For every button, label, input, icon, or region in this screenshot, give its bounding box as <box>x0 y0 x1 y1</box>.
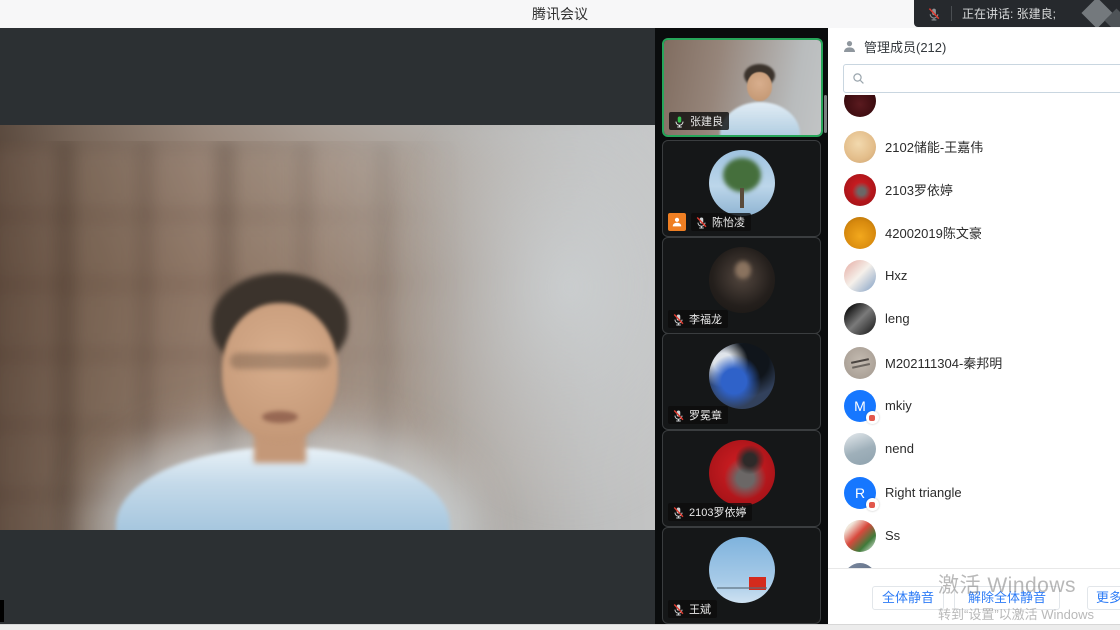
panel-title: 管理成员(212) <box>864 37 946 56</box>
avatar-status-badge <box>866 498 879 511</box>
search-icon <box>852 72 865 85</box>
host-role-badge <box>668 213 686 231</box>
member-avatar <box>844 260 876 292</box>
more-button[interactable]: 更多 <box>1087 586 1120 610</box>
participant-name-badge: 张建良 <box>669 112 729 130</box>
member-row[interactable]: 42002019陈文豪 <box>828 211 1120 254</box>
participant-name: 王斌 <box>689 601 711 617</box>
member-row-partial[interactable] <box>828 95 1120 122</box>
person-icon <box>671 216 683 228</box>
member-avatar <box>844 520 876 552</box>
participant-name-badge: 陈怡凌 <box>691 213 751 231</box>
red-cartoon-avatar <box>709 440 775 506</box>
search-box[interactable] <box>843 64 1120 93</box>
footer-divider <box>828 568 1120 569</box>
member-row[interactable]: M mkiy <box>828 384 1120 427</box>
portrait-avatar <box>709 247 775 313</box>
speaking-indicator-bar[interactable]: 正在讲话: 张建良; <box>914 0 1120 27</box>
member-name: Ss <box>885 528 900 543</box>
mic-muted-icon <box>695 216 708 229</box>
unmute-all-button[interactable]: 解除全体静音 <box>954 586 1060 610</box>
member-avatar: R <box>844 477 876 509</box>
mic-muted-icon <box>672 409 685 422</box>
member-row[interactable]: R Right triangle <box>828 471 1120 514</box>
mic-muted-icon <box>672 603 685 616</box>
participant-name: 陈怡凌 <box>712 214 745 230</box>
member-row[interactable]: 2102储能-王嘉伟 <box>828 125 1120 168</box>
person-icon <box>842 39 857 54</box>
mini-face <box>747 72 772 101</box>
member-avatar <box>844 433 876 465</box>
participant-name: 2103罗依婷 <box>689 504 746 520</box>
speaking-label: 正在讲话: 张建良; <box>962 5 1056 22</box>
thumbnail-chenyiling[interactable]: 陈怡凌 <box>662 140 821 237</box>
member-name: 2103罗依婷 <box>885 180 953 199</box>
member-name: Hxz <box>885 268 907 283</box>
mute-all-button[interactable]: 全体静音 <box>872 586 944 610</box>
member-list[interactable]: 2102储能-王嘉伟 2103罗依婷 42002019陈文豪 Hxz leng … <box>828 95 1120 568</box>
thumbnail-luomianzhang[interactable]: 罗冕章 <box>662 333 821 430</box>
panel-header: 管理成员(212) <box>842 37 946 56</box>
divider <box>951 6 952 21</box>
member-name: mkiy <box>885 398 912 413</box>
search-input[interactable] <box>871 71 1120 87</box>
mic-on-icon <box>673 115 686 128</box>
member-name: M202111304-秦邦明 <box>885 353 1002 372</box>
thumbnail-wangbin[interactable]: 王斌 <box>662 527 821 624</box>
mic-muted-icon <box>927 7 941 21</box>
member-row[interactable]: M202111304-秦邦明 <box>828 341 1120 384</box>
speaker-mouth <box>262 411 298 423</box>
mic-muted-icon <box>672 506 685 519</box>
avatar-letter: M <box>854 398 866 414</box>
member-row[interactable]: Ss <box>828 514 1120 557</box>
member-avatar <box>844 347 876 379</box>
active-speaker-video[interactable] <box>0 125 655 530</box>
mic-muted-icon <box>672 313 685 326</box>
tree-avatar <box>709 150 775 216</box>
member-name: Right triangle <box>885 485 962 500</box>
member-avatar <box>844 303 876 335</box>
member-avatar <box>844 131 876 163</box>
member-row[interactable]: 2103罗依婷 <box>828 168 1120 211</box>
member-row[interactable]: Hxz <box>828 254 1120 297</box>
member-row-partial[interactable] <box>828 557 1120 568</box>
member-name: leng <box>885 311 910 326</box>
member-name: 42002019陈文豪 <box>885 223 982 242</box>
member-name: 2102储能-王嘉伟 <box>885 137 983 156</box>
thumbnail-luoyiting[interactable]: 2103罗依婷 <box>662 430 821 527</box>
sky-flag-avatar <box>709 537 775 603</box>
member-avatar <box>844 217 876 249</box>
blue-jacket-avatar <box>709 343 775 409</box>
main-video-stage <box>0 28 655 630</box>
participant-name-badge: 王斌 <box>668 600 717 618</box>
light-haze <box>381 125 655 530</box>
member-name: nend <box>885 441 914 456</box>
window-bottom-edge <box>0 624 1120 630</box>
member-management-panel: 管理成员(212) 2102储能-王嘉伟 2103罗依婷 42002019陈文豪 <box>828 28 1120 630</box>
member-avatar: M <box>844 390 876 422</box>
participant-name: 罗冕章 <box>689 407 722 423</box>
participant-name-badge: 罗冕章 <box>668 406 728 424</box>
member-avatar <box>844 174 876 206</box>
meeting-window: 腾讯会议 正在讲话: 张建良; <box>0 0 1120 630</box>
participant-name-badge: 李福龙 <box>668 310 728 328</box>
thumbnail-zhangjianliang[interactable]: 张建良 <box>662 38 823 137</box>
thumbnail-scrollbar[interactable] <box>824 95 827 133</box>
participant-thumbnail-list: 张建良 陈怡凌 李福龙 罗冕章 <box>655 28 828 630</box>
thumbnail-lifulong[interactable]: 李福龙 <box>662 237 821 334</box>
avatar-letter: R <box>855 485 865 501</box>
participant-name-badge: 2103罗依婷 <box>668 503 752 521</box>
participant-name: 张建良 <box>690 113 723 129</box>
speaker-glasses <box>230 353 330 369</box>
member-row[interactable]: nend <box>828 427 1120 470</box>
window-edge-notch <box>0 600 4 622</box>
member-avatar <box>844 95 876 117</box>
member-row[interactable]: leng <box>828 297 1120 340</box>
participant-name: 李福龙 <box>689 311 722 327</box>
avatar-status-badge <box>866 411 879 424</box>
